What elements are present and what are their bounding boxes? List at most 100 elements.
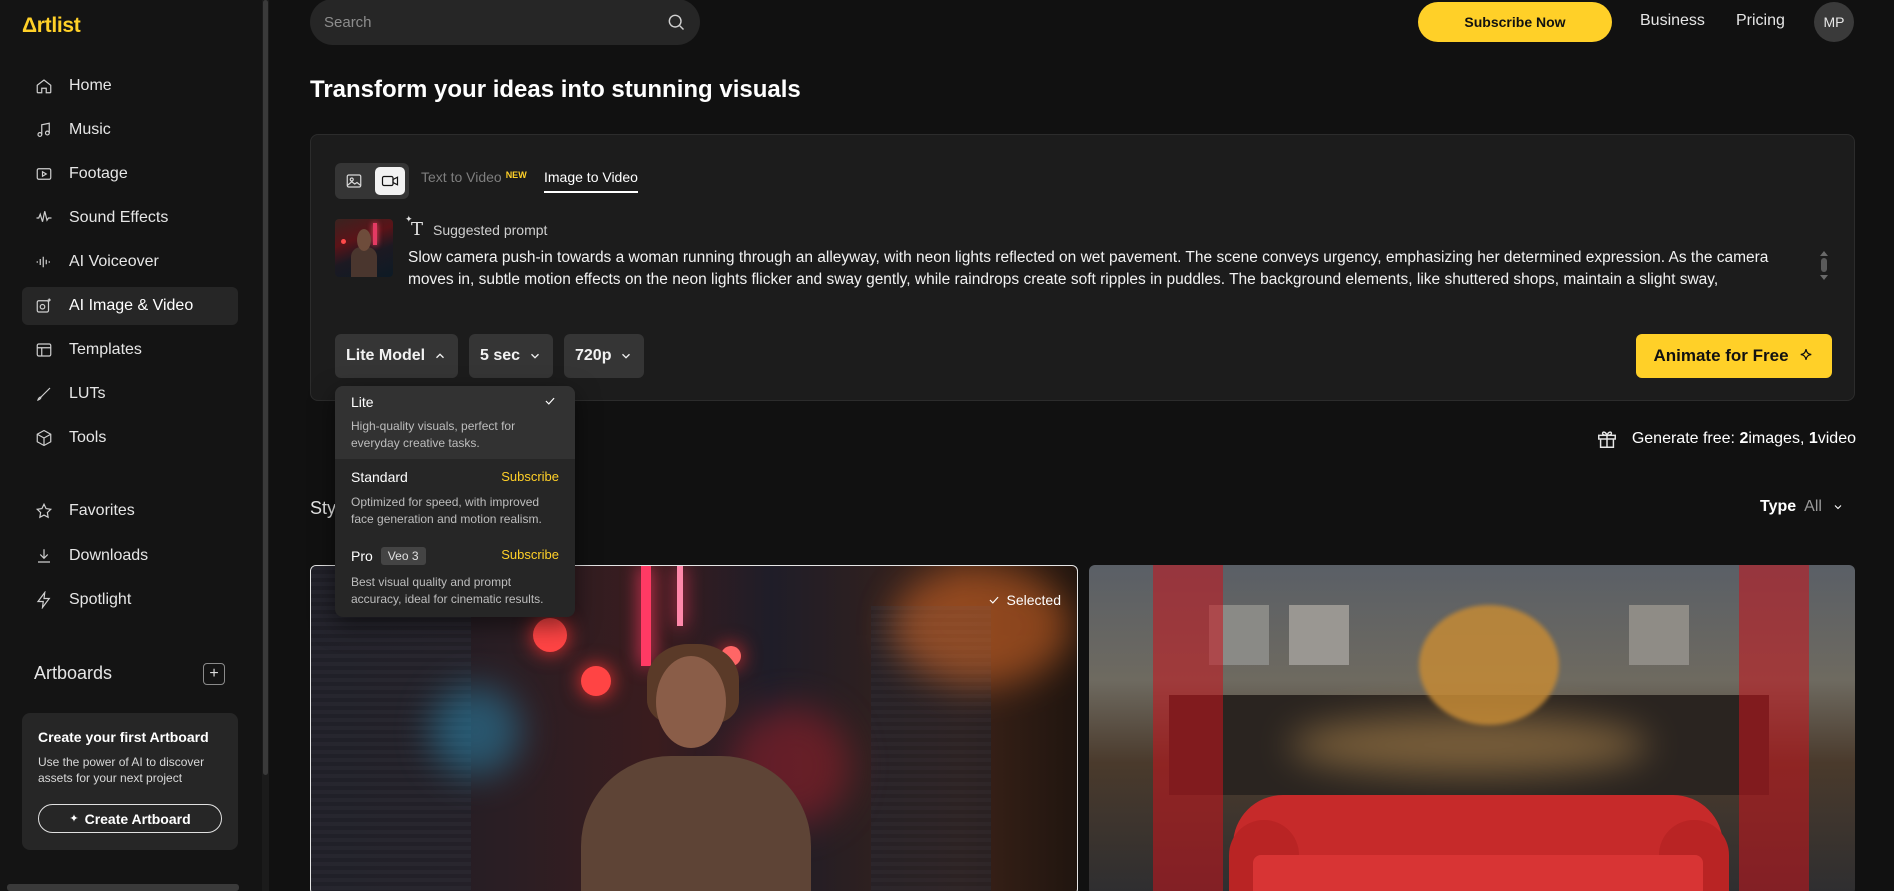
chevron-down-icon (531, 353, 540, 359)
type-filter[interactable]: Type All (1760, 498, 1844, 516)
model-dropdown-menu: Lite High-quality visuals, perfect for e… (335, 386, 575, 617)
gift-icon (1597, 431, 1616, 448)
search-icon[interactable] (666, 12, 686, 32)
red-frame-decor (1739, 565, 1809, 891)
sidebar-item-label: Home (69, 77, 112, 94)
artlist-logo[interactable]: Δrtlist (22, 14, 81, 38)
prompt-textarea[interactable]: Slow camera push-in towards a woman runn… (408, 247, 1818, 291)
gallery-card-red-sofa[interactable] (1089, 565, 1855, 891)
music-note-icon (35, 121, 53, 139)
sidebar-item-spotlight[interactable]: Spotlight (22, 581, 238, 619)
model-option-name: Lite (351, 394, 374, 410)
sidebar-item-label: Favorites (69, 502, 135, 519)
sidebar-item-luts[interactable]: LUTs (22, 375, 238, 413)
sidebar-item-footage[interactable]: Footage (22, 155, 238, 193)
video-camera-icon (381, 175, 399, 187)
sidebar-item-music[interactable]: Music (22, 111, 238, 149)
subscribe-now-button[interactable]: Subscribe Now (1418, 2, 1612, 42)
prompt-scrollbar-thumb[interactable] (1821, 258, 1827, 272)
type-filter-value: All (1804, 498, 1822, 515)
model-option-standard[interactable]: Standard Subscribe Optimized for speed, … (335, 459, 575, 537)
scroll-down-arrow[interactable] (1820, 275, 1828, 280)
resolution-select[interactable]: 720p (564, 334, 645, 378)
waveform-icon (35, 209, 53, 227)
model-select[interactable]: Lite Model (335, 334, 459, 378)
lamp-decor (341, 239, 346, 244)
sidebar-item-label: AI Voiceover (69, 253, 159, 270)
free-videos-label: video (1817, 430, 1856, 447)
sidebar-item-sound-effects[interactable]: Sound Effects (22, 199, 238, 237)
window-decor (1289, 605, 1349, 665)
duration-select-label: 5 sec (480, 347, 521, 364)
chevron-up-icon (436, 353, 445, 359)
duration-select[interactable]: 5 sec (469, 334, 554, 378)
sidebar-item-ai-voiceover[interactable]: AI Voiceover (22, 243, 238, 281)
image-mode-button[interactable] (339, 167, 369, 195)
type-filter-label: Type (1760, 498, 1797, 515)
star-icon (35, 502, 53, 520)
model-option-desc: Optimized for speed, with improved face … (351, 495, 542, 526)
search-input[interactable] (324, 13, 666, 31)
media-mode-toggle (335, 163, 409, 199)
sidebar-item-downloads[interactable]: Downloads (22, 537, 238, 575)
sofa-seat-decor (1253, 855, 1703, 891)
sidebar-scrollbar[interactable] (262, 0, 269, 891)
business-link[interactable]: Business (1640, 12, 1705, 30)
subscribe-link[interactable]: Subscribe (501, 469, 559, 484)
sidebar-item-label: Downloads (69, 547, 149, 564)
free-info-prefix: Generate free: (1631, 430, 1735, 447)
scroll-up-arrow[interactable] (1820, 251, 1828, 256)
tree-decor (1419, 605, 1559, 725)
image-icon (346, 174, 362, 188)
neon-sign-decor (641, 566, 651, 666)
generator-panel: Text to Video NEW Image to Video ✦ T Sugge… (310, 134, 1855, 401)
source-image-thumbnail[interactable] (335, 219, 393, 277)
sidebar-item-tools[interactable]: Tools (22, 419, 238, 457)
user-avatar[interactable]: MP (1814, 2, 1854, 42)
model-option-pro[interactable]: Pro Veo 3 Subscribe Best visual quality … (335, 537, 575, 617)
sidebar-item-templates[interactable]: Templates (22, 331, 238, 369)
neon-sign-decor (373, 223, 377, 245)
model-option-lite[interactable]: Lite High-quality visuals, perfect for e… (335, 386, 575, 459)
suggested-prompt-label: ✦ T Suggested prompt (405, 215, 547, 240)
free-generations-info: Generate free: 2 images, 1 video (1596, 428, 1856, 450)
model-option-desc: High-quality visuals, perfect for everyd… (351, 419, 516, 450)
sidebar-scrollbar-thumb[interactable] (263, 0, 268, 775)
free-images-label: images, (1748, 430, 1805, 447)
veo-badge: Veo 3 (380, 547, 426, 565)
artboard-card-text: Use the power of AI to discover assets f… (38, 755, 205, 785)
sidebar-item-favorites[interactable]: Favorites (22, 492, 238, 530)
artboard-card-title: Create your first Artboard (38, 729, 209, 745)
template-icon (35, 341, 53, 359)
pricing-link[interactable]: Pricing (1736, 12, 1785, 30)
prompt-scrollbar[interactable] (1819, 251, 1829, 287)
page-title: Transform your ideas into stunning visua… (310, 76, 801, 103)
sidebar-horizontal-scrollbar[interactable] (7, 884, 239, 891)
subscribe-link[interactable]: Subscribe (501, 547, 559, 562)
sidebar-item-home[interactable]: Home (22, 67, 238, 105)
animate-for-free-button[interactable]: Animate for Free (1636, 334, 1832, 378)
voice-bars-icon (35, 253, 53, 271)
model-select-label: Lite Model (346, 347, 426, 364)
glow-decor (1289, 715, 1649, 775)
create-artboard-button[interactable]: ✦ Create Artboard (38, 804, 222, 833)
free-videos-count: 1 (1808, 430, 1818, 447)
download-icon (35, 547, 53, 565)
artboards-title: Artboards (34, 663, 113, 683)
sidebar-item-ai-image-video[interactable]: AI Image & Video (22, 287, 238, 325)
sidebar-item-label: Spotlight (69, 591, 132, 608)
tab-image-to-video[interactable]: Image to Video (544, 169, 638, 193)
chevron-down-icon (622, 353, 631, 359)
window-decor (1629, 605, 1689, 665)
search-bar[interactable] (310, 0, 700, 45)
sidebar-item-label: Tools (69, 429, 107, 446)
video-mode-button[interactable] (375, 167, 405, 195)
plus-icon: + (209, 665, 219, 682)
sidebar-item-label: Footage (69, 165, 128, 182)
sidebar-item-label: Music (69, 121, 111, 138)
home-icon (35, 77, 53, 95)
tab-text-to-video[interactable]: Text to Video NEW (421, 169, 527, 185)
sidebar-item-label: Sound Effects (69, 209, 169, 226)
add-artboard-button[interactable]: + (203, 663, 225, 685)
figure-body-decor (351, 247, 377, 277)
